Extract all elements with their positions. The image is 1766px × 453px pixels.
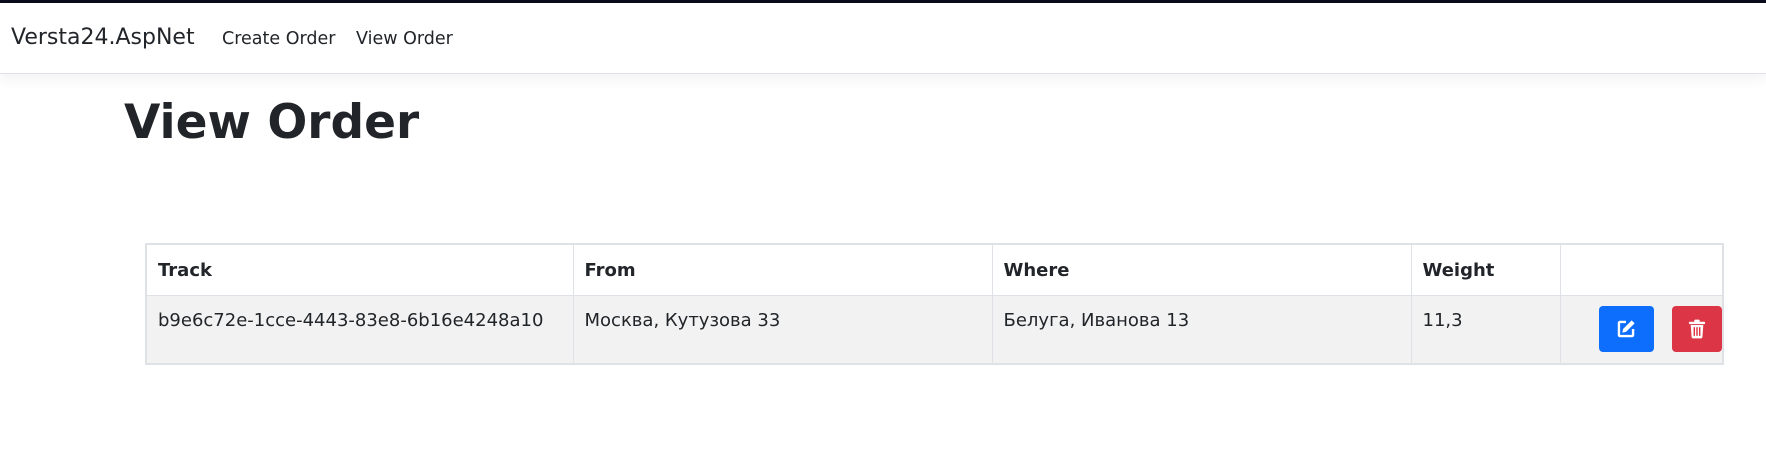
page-title: View Order [124,95,420,150]
delete-button[interactable] [1671,306,1722,353]
nav-link-view-order[interactable]: View Order [356,29,453,49]
trash-icon [1688,319,1705,339]
edit-icon [1617,320,1635,338]
column-header-actions [1560,245,1722,296]
cell-from: Москва, Кутузова 33 [573,295,993,363]
column-header-from: From [573,245,993,296]
navbar-brand[interactable]: Versta24.AspNet [11,25,195,50]
orders-table: Track From Where Weight b9e6c72e-1cce-44… [145,243,1724,365]
cell-where: Белуга, Иванова 13 [992,295,1412,363]
edit-button[interactable] [1598,306,1654,353]
table-header-row: Track From Where Weight [147,245,1722,296]
column-header-track: Track [147,245,574,296]
column-header-where: Where [992,245,1412,296]
table-row: b9e6c72e-1cce-4443-83e8-6b16e4248a10 Мос… [147,295,1722,363]
cell-actions [1560,295,1722,363]
cell-weight: 11,3 [1411,295,1561,363]
column-header-weight: Weight [1411,245,1561,296]
cell-track: b9e6c72e-1cce-4443-83e8-6b16e4248a10 [147,295,574,363]
navbar: Versta24.AspNet Create Order View Order [0,3,1766,74]
nav-link-create-order[interactable]: Create Order [222,29,335,49]
